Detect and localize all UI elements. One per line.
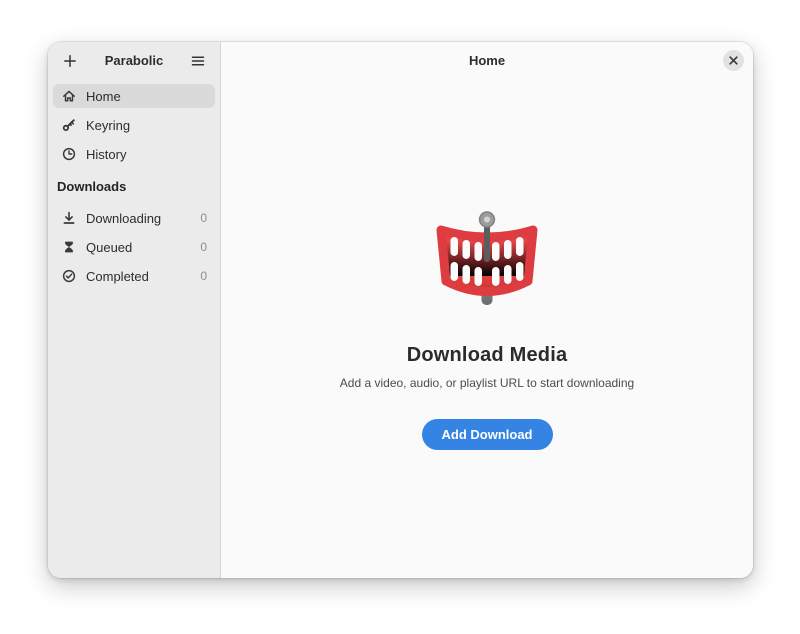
parabolic-window: Parabolic Home bbox=[48, 42, 753, 578]
close-icon bbox=[729, 52, 738, 70]
key-icon bbox=[61, 117, 77, 133]
app-title: Parabolic bbox=[83, 53, 185, 68]
sidebar-item-label: Home bbox=[86, 89, 121, 104]
check-circle-icon bbox=[61, 268, 77, 284]
sidebar-item-home[interactable]: Home bbox=[53, 84, 215, 108]
queued-count: 0 bbox=[200, 240, 207, 254]
history-icon bbox=[61, 146, 77, 162]
sidebar-item-queued[interactable]: Queued 0 bbox=[53, 235, 215, 259]
parabolic-logo-icon bbox=[432, 208, 542, 313]
add-icon bbox=[62, 53, 78, 69]
sidebar-headerbar: Parabolic bbox=[48, 42, 220, 79]
main-headerbar: Home bbox=[221, 42, 753, 79]
main-view: Home bbox=[221, 42, 753, 578]
sidebar: Parabolic Home bbox=[48, 42, 221, 578]
downloading-count: 0 bbox=[200, 211, 207, 225]
downloads-section-label: Downloads bbox=[48, 171, 220, 201]
home-icon bbox=[61, 88, 77, 104]
add-download-header-button[interactable] bbox=[57, 48, 83, 74]
window-close-button[interactable] bbox=[723, 50, 744, 71]
page-title: Home bbox=[469, 53, 505, 68]
completed-count: 0 bbox=[200, 269, 207, 283]
downloads-nav: Downloading 0 Queued 0 bbox=[48, 201, 220, 293]
sidebar-item-label: History bbox=[86, 147, 126, 162]
sidebar-item-keyring[interactable]: Keyring bbox=[53, 113, 215, 137]
hourglass-icon bbox=[61, 239, 77, 255]
sidebar-item-label: Completed bbox=[86, 269, 149, 284]
sidebar-item-label: Queued bbox=[86, 240, 132, 255]
empty-state-subtitle: Add a video, audio, or playlist URL to s… bbox=[340, 376, 634, 390]
menu-icon bbox=[190, 53, 206, 69]
sidebar-item-completed[interactable]: Completed 0 bbox=[53, 264, 215, 288]
add-download-button[interactable]: Add Download bbox=[422, 419, 553, 450]
sidebar-item-downloading[interactable]: Downloading 0 bbox=[53, 206, 215, 230]
sidebar-item-label: Keyring bbox=[86, 118, 130, 133]
sidebar-nav: Home Keyring bbox=[48, 79, 220, 171]
sidebar-item-label: Downloading bbox=[86, 211, 161, 226]
sidebar-item-history[interactable]: History bbox=[53, 142, 215, 166]
main-menu-button[interactable] bbox=[185, 48, 211, 74]
empty-state-title: Download Media bbox=[407, 344, 568, 367]
download-icon bbox=[61, 210, 77, 226]
home-empty-state: Download Media Add a video, audio, or pl… bbox=[221, 79, 753, 450]
